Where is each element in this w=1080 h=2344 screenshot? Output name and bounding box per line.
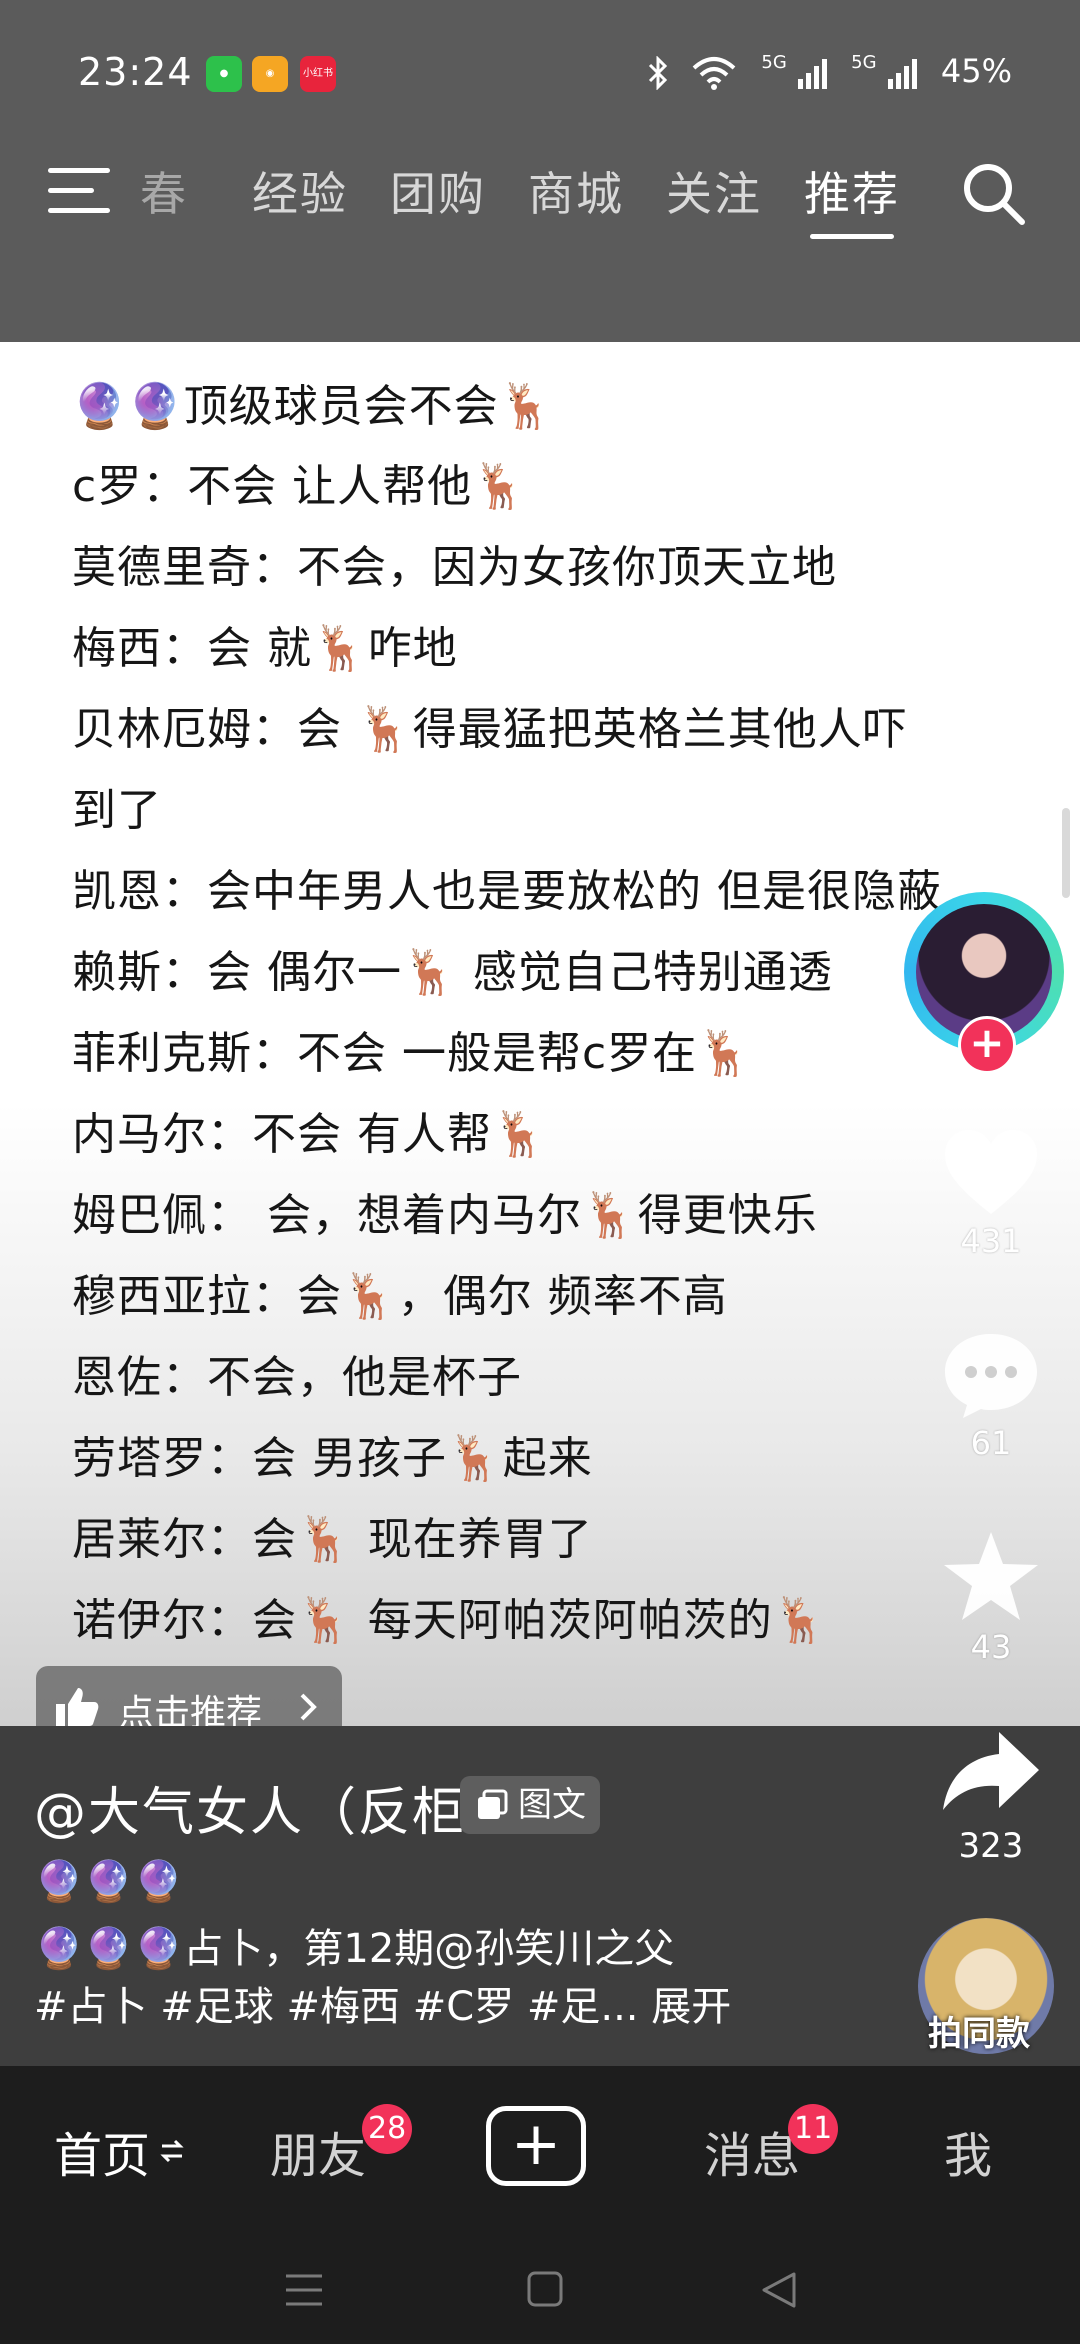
post-desc-line[interactable]: #占卜 #足球 #梅西 #C罗 #足... 展开: [34, 1974, 731, 2032]
heart-icon: [945, 1130, 1037, 1214]
status-bar: 23:24 ● ◉ 小红书 5G 5G 45%: [0, 40, 1080, 110]
switch-arrows-icon: [160, 2139, 184, 2163]
comment-icon: [945, 1334, 1037, 1418]
follow-plus-icon[interactable]: +: [958, 1016, 1016, 1074]
post-line: 诺伊尔：会🦌 每天阿帕茨阿帕茨的🦌: [72, 1595, 829, 1646]
tab-messages[interactable]: 消息: [704, 2116, 800, 2186]
favorite-count: 43: [970, 1628, 1012, 1666]
tab-mall[interactable]: 商城: [528, 158, 624, 224]
signal-1-label: 5G: [761, 52, 787, 73]
post-line: 恩佐：不会，他是杯子: [72, 1352, 522, 1403]
status-time: 23:24: [78, 50, 193, 94]
post-line: 内马尔：不会 有人帮🦌: [72, 1109, 548, 1160]
same-style-label[interactable]: 拍同款: [928, 2006, 1030, 2055]
system-nav-bar: [0, 2230, 1080, 2344]
tab-friends[interactable]: 朋友: [270, 2116, 366, 2186]
wifi-icon: [692, 57, 736, 90]
back-nav-icon[interactable]: [760, 2270, 798, 2310]
tab-me[interactable]: 我: [944, 2116, 992, 2186]
post-line: 到了: [72, 785, 162, 836]
post-info: @大气女人（反柜 图文 🔮🔮🔮 🔮🔮🔮占卜，第12期@孙笑川之父 #占卜 #足球…: [0, 1726, 1080, 2066]
tab-experience[interactable]: 经验: [252, 158, 348, 224]
signal-2-label: 5G: [851, 52, 877, 73]
recent-apps-icon[interactable]: [284, 2272, 324, 2308]
tab-group-buy[interactable]: 团购: [390, 158, 486, 224]
post-line: 梅西：会 就🦌咋地: [72, 623, 458, 674]
signal-2-icon: [887, 59, 917, 89]
post-type-label: 图文: [518, 1785, 586, 1825]
post-line: 莫德里奇：不会，因为女孩你顶天立地: [72, 542, 837, 593]
xiaohongshu-icon: 小红书: [300, 56, 336, 92]
friends-badge: 28: [362, 2104, 413, 2154]
top-nav: 春 经验 团购 商城 关注 推荐: [0, 158, 1080, 258]
tab-home[interactable]: 首页: [54, 2116, 150, 2186]
post-desc-line[interactable]: 🔮🔮🔮占卜，第12期@孙笑川之父: [34, 1916, 674, 1974]
search-icon[interactable]: [960, 160, 1026, 226]
post-desc-line: 🔮🔮🔮: [34, 1859, 184, 1905]
chevron-right-icon: [300, 1693, 317, 1721]
tab-chun[interactable]: 春: [140, 158, 188, 224]
like-button[interactable]: 431: [926, 1128, 1056, 1260]
tab-following[interactable]: 关注: [666, 158, 762, 224]
battery-level: 45%: [940, 52, 1012, 90]
weibo-icon: ◉: [252, 56, 288, 92]
share-icon: [943, 1732, 1039, 1810]
share-count: 323: [958, 1826, 1024, 1866]
post-type-tag: 图文: [460, 1776, 600, 1834]
post-line: 姆巴佩： 会，想着内马尔🦌得更快乐: [72, 1190, 818, 1241]
home-nav-icon[interactable]: [526, 2270, 564, 2308]
favorite-button[interactable]: 43: [926, 1530, 1056, 1666]
comment-button[interactable]: 61: [926, 1330, 1056, 1462]
like-count: 431: [960, 1222, 1022, 1260]
post-line: 居莱尔：会🦌 现在养胃了: [72, 1514, 593, 1565]
wechat-icon: ●: [206, 56, 242, 92]
post-line: 贝林厄姆：会 🦌得最猛把英格兰其他人吓: [72, 704, 908, 755]
bluetooth-icon: [648, 55, 668, 91]
tab-recommend[interactable]: 推荐: [804, 158, 900, 239]
create-button[interactable]: +: [486, 2106, 586, 2186]
thumbs-up-icon: [56, 1688, 99, 1726]
post-line: 🔮🔮顶级球员会不会🦌: [72, 381, 555, 432]
author-avatar[interactable]: +: [904, 892, 1072, 1074]
post-line: 凯恩：会中年男人也是要放松的 但是很隐蔽: [72, 866, 942, 917]
post-line: 穆西亚拉：会🦌，偶尔 频率不高: [72, 1271, 728, 1322]
post-line: 菲利克斯：不会 一般是帮c罗在🦌: [72, 1028, 753, 1079]
image-text-icon: [478, 1789, 508, 1819]
post-line: c罗：不会 让人帮他🦌: [72, 461, 528, 512]
top-bar: 23:24 ● ◉ 小红书 5G 5G 45% 春 经验 团购 商城 关注 推荐: [0, 0, 1080, 342]
bottom-tab-bar: 首页 朋友 28 + 消息 11 我: [0, 2066, 1080, 2230]
share-button[interactable]: [926, 1728, 1056, 1818]
scroll-indicator[interactable]: [1062, 808, 1070, 898]
post-line: 赖斯：会 偶尔一🦌 感觉自己特别通透: [72, 947, 833, 998]
comment-count: 61: [970, 1424, 1012, 1462]
author-name[interactable]: @大气女人（反柜: [34, 1770, 466, 1845]
post-line: 劳塔罗：会 男孩子🦌起来: [72, 1433, 593, 1484]
messages-badge: 11: [788, 2104, 839, 2154]
signal-1-icon: [797, 59, 827, 89]
star-icon: [944, 1532, 1038, 1620]
status-right: 5G 5G 45%: [647, 52, 1012, 91]
